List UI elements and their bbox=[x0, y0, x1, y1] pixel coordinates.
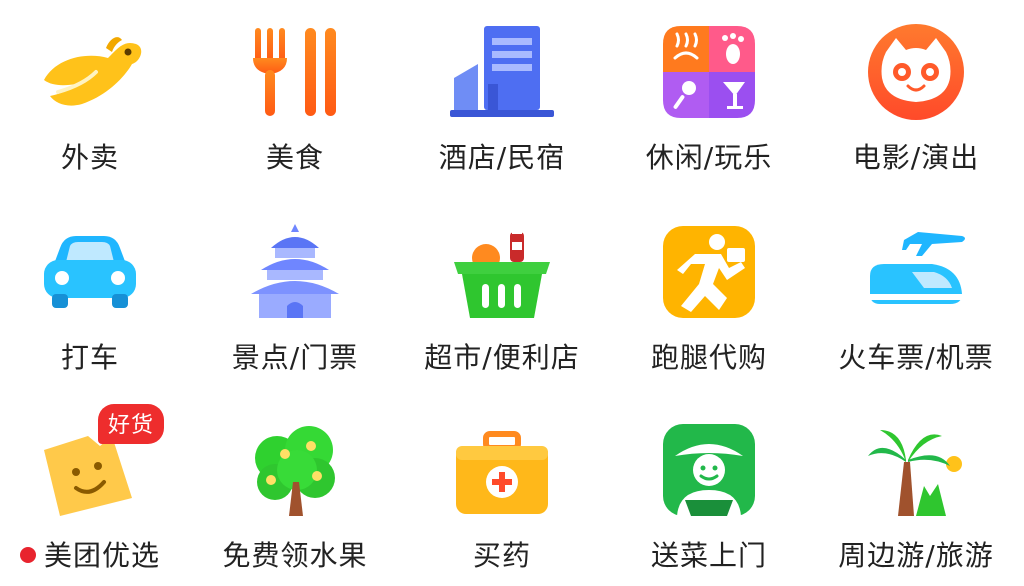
grid-item-waimai[interactable]: 外卖 bbox=[0, 0, 180, 180]
grid-item-label: 买药 bbox=[472, 539, 531, 572]
grid-item-train[interactable]: 火车票/机票 bbox=[826, 200, 1006, 380]
grid-item-errand[interactable]: 跑腿代购 bbox=[619, 200, 799, 380]
fruit-tree-icon bbox=[241, 416, 349, 524]
runner-icon bbox=[655, 218, 763, 326]
grid-item-label: 外卖 bbox=[60, 141, 119, 174]
grid-item-scenic[interactable]: 景点/门票 bbox=[205, 200, 385, 380]
grid-item-movie[interactable]: 电影/演出 bbox=[826, 0, 1006, 180]
badge-hot-goods: 好货 bbox=[98, 404, 165, 444]
train-plane-icon bbox=[862, 218, 970, 326]
grid-item-label: 火车票/机票 bbox=[838, 341, 994, 374]
cat-face-icon bbox=[862, 18, 970, 126]
farmer-icon bbox=[655, 416, 763, 524]
grid-item-leisure[interactable]: 休闲/玩乐 bbox=[619, 0, 799, 180]
grid-item-label: 打车 bbox=[60, 341, 119, 374]
grid-item-label: 休闲/玩乐 bbox=[645, 141, 773, 174]
grid-item-supermarket[interactable]: 超市/便利店 bbox=[412, 200, 592, 380]
grid-item-taxi[interactable]: 打车 bbox=[0, 200, 180, 380]
grid-item-meishi[interactable]: 美食 bbox=[205, 0, 385, 180]
grid-item-label: 美食 bbox=[265, 141, 324, 174]
car-icon bbox=[36, 218, 144, 326]
grid-item-label-text: 美团优选 bbox=[43, 539, 160, 572]
hotel-building-icon bbox=[448, 18, 556, 126]
grid-item-label: 电影/演出 bbox=[852, 141, 980, 174]
grid-item-youxuan[interactable]: 好货 美团优选 bbox=[0, 398, 180, 578]
grid-item-hotel[interactable]: 酒店/民宿 bbox=[412, 0, 592, 180]
grid-item-label: 酒店/民宿 bbox=[438, 141, 566, 174]
temple-icon bbox=[241, 218, 349, 326]
grid-item-travel[interactable]: 周边游/旅游 bbox=[826, 398, 1006, 578]
leisure-grid-icon bbox=[655, 18, 763, 126]
grid-item-label: 周边游/旅游 bbox=[838, 539, 994, 572]
kangaroo-delivery-icon bbox=[36, 18, 144, 126]
grid-item-label: 免费领水果 bbox=[222, 539, 368, 572]
red-dot-indicator bbox=[19, 547, 36, 563]
grid-item-medicine[interactable]: 买药 bbox=[412, 398, 592, 578]
shopping-basket-icon bbox=[448, 218, 556, 326]
grid-item-label: 景点/门票 bbox=[231, 341, 359, 374]
grid-item-fruit[interactable]: 免费领水果 bbox=[205, 398, 385, 578]
grid-item-label: 超市/便利店 bbox=[424, 341, 580, 374]
service-grid: 外卖 美食 酒店/民宿 休闲/玩乐 电影/演出 打车 景点/门票 超市/便利店 … bbox=[0, 0, 1024, 586]
fork-chopsticks-icon bbox=[241, 18, 349, 126]
grid-item-grocery[interactable]: 送菜上门 bbox=[619, 398, 799, 578]
palm-tree-icon bbox=[862, 416, 970, 524]
grid-item-label: 跑腿代购 bbox=[650, 341, 767, 374]
medicine-kit-icon bbox=[448, 416, 556, 524]
grid-item-label: 送菜上门 bbox=[650, 539, 767, 572]
grid-item-label: 美团优选 bbox=[0, 534, 180, 574]
